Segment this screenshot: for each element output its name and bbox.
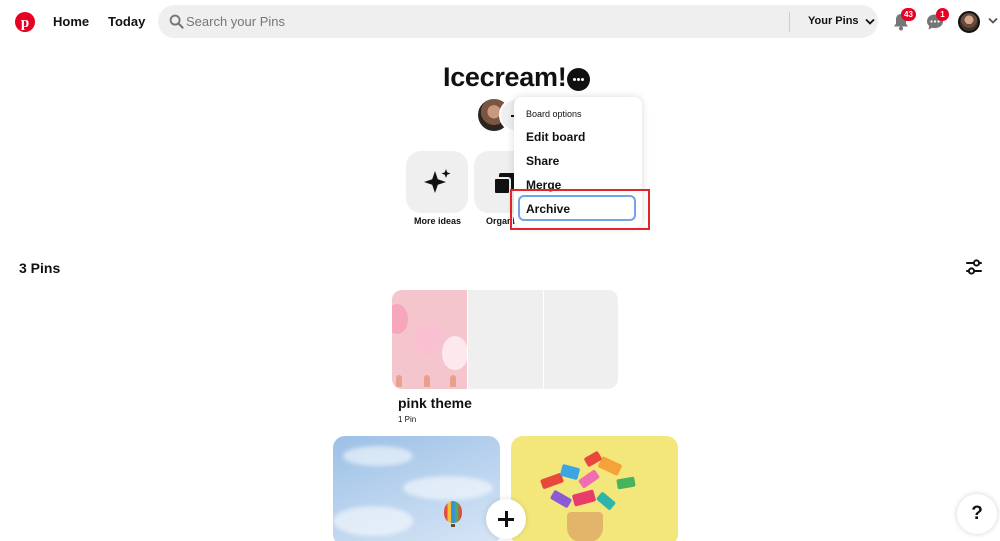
section-divider xyxy=(467,290,468,389)
search-icon xyxy=(169,14,184,29)
balloon-shape xyxy=(392,304,408,334)
more-ideas-label: More ideas xyxy=(414,216,462,226)
plus-icon xyxy=(504,511,508,527)
dot-icon xyxy=(577,78,580,81)
account-chevron-icon[interactable] xyxy=(988,17,998,24)
confetti-shape xyxy=(549,489,573,509)
confetti-shape xyxy=(616,476,636,490)
search-bar: Your Pins xyxy=(158,5,878,38)
hand-shape xyxy=(424,375,430,387)
board-options-button[interactable] xyxy=(567,68,590,91)
help-button[interactable]: ? xyxy=(957,494,997,534)
pin-confetti-cone[interactable] xyxy=(511,436,678,541)
board-title: Icecream! xyxy=(443,62,567,92)
notifications-badge: 43 xyxy=(901,8,916,21)
balloon-shape xyxy=(414,322,442,356)
more-ideas-button[interactable] xyxy=(406,151,468,213)
section-divider xyxy=(543,290,544,389)
dot-icon xyxy=(581,78,584,81)
nav-today-link[interactable]: Today xyxy=(108,14,145,29)
search-divider xyxy=(789,12,790,32)
menu-item-edit-board[interactable]: Edit board xyxy=(526,130,585,144)
section-title[interactable]: pink theme xyxy=(398,395,472,411)
chevron-down-icon xyxy=(864,18,875,25)
pin-hot-air-balloon[interactable] xyxy=(333,436,500,541)
pinterest-logo-icon[interactable]: p xyxy=(15,12,35,32)
messages-badge: 1 xyxy=(936,8,949,21)
cloud-shape xyxy=(343,446,413,466)
cone-shape xyxy=(567,512,603,541)
confetti-shape xyxy=(577,469,601,489)
search-input[interactable] xyxy=(186,5,786,38)
menu-header: Board options xyxy=(526,109,582,119)
nav-home-link[interactable]: Home xyxy=(53,14,89,29)
cloud-shape xyxy=(403,476,493,500)
confetti-shape xyxy=(571,489,597,507)
section-card[interactable] xyxy=(392,290,618,389)
highlight-box xyxy=(510,189,650,230)
section-cover-image xyxy=(392,290,467,389)
your-pins-dropdown[interactable]: Your Pins xyxy=(808,15,875,27)
top-header: p Home Today Your Pins 43 1 xyxy=(0,0,1000,44)
your-pins-label: Your Pins xyxy=(808,15,859,27)
confetti-shape xyxy=(595,491,617,511)
hand-shape xyxy=(396,375,402,387)
section-pin-count: 1 Pin xyxy=(398,415,417,424)
hand-shape xyxy=(450,375,456,387)
avatar[interactable] xyxy=(958,11,980,33)
menu-item-share[interactable]: Share xyxy=(526,154,559,168)
pins-count: 3 Pins xyxy=(19,260,61,276)
balloon-basket-shape xyxy=(451,524,455,527)
hot-air-balloon-shape xyxy=(444,501,462,523)
sparkle-icon xyxy=(424,169,451,193)
dot-icon xyxy=(573,78,576,81)
svg-text:p: p xyxy=(21,15,29,31)
add-pin-button[interactable] xyxy=(486,499,526,539)
cloud-shape xyxy=(333,506,413,536)
balloon-shape xyxy=(442,336,467,370)
filter-icon[interactable] xyxy=(965,258,983,276)
